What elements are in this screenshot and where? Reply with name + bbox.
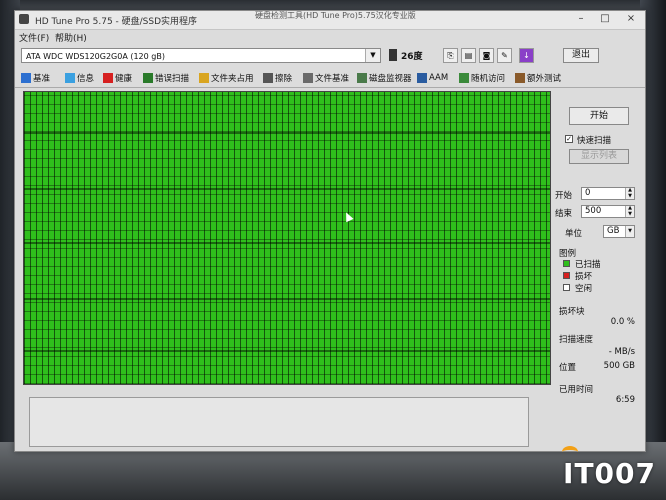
drive-select-value: ATA WDC WDS120G2G0A (120 gB) bbox=[26, 52, 165, 61]
status-log-box bbox=[29, 397, 529, 447]
unit-label: 单位 bbox=[565, 229, 583, 239]
legend-free-swatch bbox=[563, 284, 570, 291]
end-position-input[interactable]: 500 ▲ ▼ bbox=[581, 205, 635, 218]
tab-info[interactable]: 信息 bbox=[65, 71, 94, 85]
error-scan-map bbox=[23, 91, 551, 385]
scan-speed-value: - MB/s bbox=[608, 347, 635, 357]
legend-title: 图例 bbox=[559, 249, 577, 259]
speaker-icon bbox=[417, 73, 427, 83]
position-label: 位置 bbox=[559, 363, 577, 373]
screenshot-icon[interactable]: ◙ bbox=[479, 48, 494, 63]
temperature-readout: 26度 bbox=[401, 52, 423, 62]
end-position-label: 结束 bbox=[555, 209, 573, 219]
minimize-button[interactable]: – bbox=[569, 12, 593, 26]
show-list-button[interactable]: 显示列表 bbox=[569, 149, 629, 164]
site-watermark: IT007 bbox=[563, 457, 656, 490]
scan-grid-line bbox=[24, 350, 550, 352]
tab-health[interactable]: 健康 bbox=[103, 71, 132, 85]
tab-erase[interactable]: 擦除 bbox=[263, 71, 292, 85]
options-icon[interactable]: ✎ bbox=[497, 48, 512, 63]
elapsed-time-value: 6:59 bbox=[615, 395, 635, 405]
legend-scanned-label: 已扫描 bbox=[575, 260, 601, 270]
legend-free-label: 空闲 bbox=[575, 284, 593, 294]
damaged-blocks-value: 0.0 % bbox=[610, 317, 635, 327]
quick-scan-checkbox[interactable]: ✓ bbox=[565, 135, 573, 143]
benchmark-icon bbox=[21, 73, 31, 83]
start-position-label: 开始 bbox=[555, 191, 573, 201]
eraser-icon bbox=[263, 73, 273, 83]
file-benchmark-icon bbox=[303, 73, 313, 83]
tab-random-access[interactable]: 随机访问 bbox=[459, 71, 505, 85]
monitor-icon bbox=[357, 73, 367, 83]
spin-arrows-icon[interactable]: ▲ ▼ bbox=[625, 205, 634, 217]
tab-folder-usage[interactable]: 文件夹占用 bbox=[199, 71, 254, 85]
magnifier-icon bbox=[143, 73, 153, 83]
scan-grid-line bbox=[24, 132, 550, 134]
tab-extra-tests[interactable]: 额外测试 bbox=[515, 71, 561, 85]
copy-icon[interactable]: ⎘ bbox=[443, 48, 458, 63]
chevron-down-icon[interactable]: ▼ bbox=[365, 49, 380, 62]
health-cross-icon bbox=[103, 73, 113, 83]
start-position-input[interactable]: 0 ▲ ▼ bbox=[581, 187, 635, 200]
save-icon[interactable]: ▤ bbox=[461, 48, 476, 63]
drive-select[interactable]: ATA WDC WDS120G2G0A (120 gB) ▼ bbox=[21, 48, 381, 63]
drive-toolbar: ATA WDC WDS120G2G0A (120 gB) ▼ 26度 ⎘ ▤ ◙… bbox=[15, 45, 645, 67]
external-window-title: 硬盘检测工具(HD Tune Pro)5.75汉化专业版 bbox=[255, 11, 416, 20]
tab-disk-monitor[interactable]: 磁盘监视器 bbox=[357, 71, 412, 85]
menu-help[interactable]: 帮助(H) bbox=[55, 31, 87, 44]
chevron-down-icon[interactable]: ▼ bbox=[625, 226, 634, 237]
tab-error-scan[interactable]: 错误扫描 bbox=[143, 71, 189, 85]
error-scan-controls: 开始 ✓ 快速扫描 显示列表 开始 0 ▲ ▼ 结束 500 ▲ ▼ 单位 GB ▼… bbox=[555, 91, 639, 431]
close-button[interactable]: × bbox=[619, 12, 643, 26]
tab-bar: 基准 信息 健康 错误扫描 文件夹占用 擦除 文件基准 磁盘监视器 AAM 随机… bbox=[15, 69, 645, 88]
legend-damaged-label: 损坏 bbox=[575, 272, 593, 282]
exit-button[interactable]: 退出 bbox=[563, 48, 599, 63]
info-icon bbox=[65, 73, 75, 83]
position-value: 500 GB bbox=[603, 361, 635, 371]
download-icon[interactable]: ↓ bbox=[519, 48, 534, 63]
start-button[interactable]: 开始 bbox=[569, 107, 629, 125]
tab-benchmark[interactable]: 基准 bbox=[21, 71, 50, 85]
window-title: HD Tune Pro 5.75 - 硬盘/SSD实用程序 bbox=[35, 17, 198, 27]
tab-aam[interactable]: AAM bbox=[417, 71, 448, 85]
title-bar: HD Tune Pro 5.75 - 硬盘/SSD实用程序 硬盘检测工具(HD … bbox=[15, 11, 645, 30]
legend-scanned-swatch bbox=[563, 260, 570, 267]
scan-grid-line bbox=[24, 188, 550, 190]
hdtune-app-icon bbox=[19, 14, 29, 24]
maximize-button[interactable]: □ bbox=[593, 12, 617, 26]
hdtune-window: HD Tune Pro 5.75 - 硬盘/SSD实用程序 硬盘检测工具(HD … bbox=[14, 10, 646, 452]
scan-grid-line bbox=[24, 298, 550, 300]
extra-tests-icon bbox=[515, 73, 525, 83]
legend-damaged-swatch bbox=[563, 272, 570, 279]
unit-select[interactable]: GB ▼ bbox=[603, 225, 635, 238]
scan-speed-label: 扫描速度 bbox=[559, 335, 594, 345]
thermometer-icon bbox=[389, 49, 397, 61]
random-access-icon bbox=[459, 73, 469, 83]
scan-grid-line bbox=[24, 242, 550, 244]
spin-arrows-icon[interactable]: ▲ ▼ bbox=[625, 187, 634, 199]
tab-file-benchmark[interactable]: 文件基准 bbox=[303, 71, 349, 85]
quick-scan-label: 快速扫描 bbox=[577, 136, 612, 146]
damaged-blocks-label: 损坏块 bbox=[559, 307, 585, 317]
elapsed-time-label: 已用时间 bbox=[559, 385, 594, 395]
menu-file[interactable]: 文件(F) bbox=[19, 31, 49, 44]
scan-block-grid bbox=[24, 92, 550, 384]
menu-bar: 文件(F) 帮助(H) bbox=[15, 30, 645, 44]
folder-icon bbox=[199, 73, 209, 83]
